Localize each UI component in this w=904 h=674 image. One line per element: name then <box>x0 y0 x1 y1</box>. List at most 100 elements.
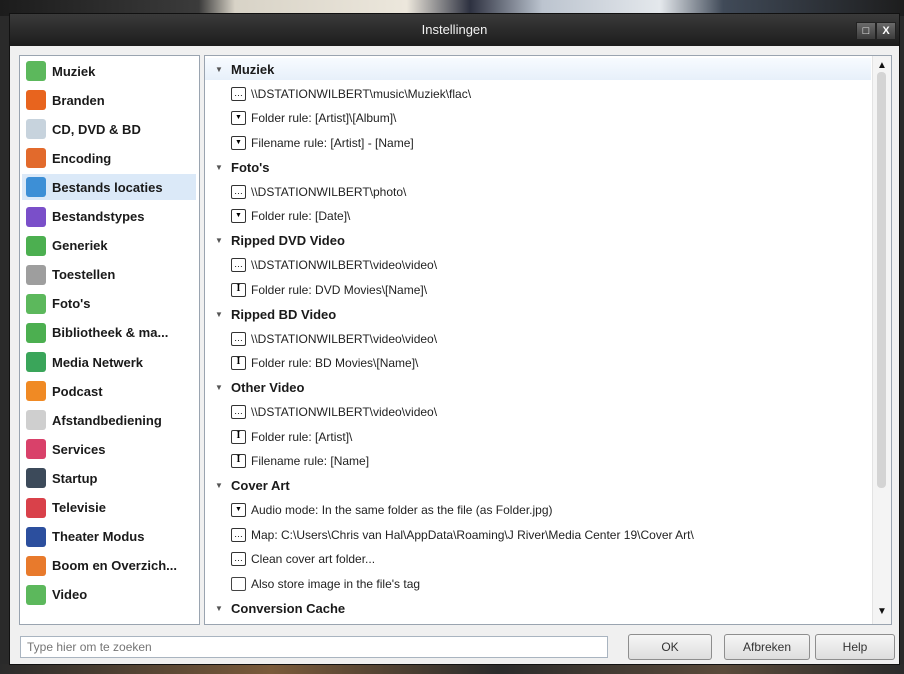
sidebar-item[interactable]: Bestands locaties <box>22 174 196 201</box>
sidebar-item-label: Boom en Overzich... <box>52 558 177 574</box>
startup-icon <box>26 468 46 489</box>
globe-icon <box>26 177 46 198</box>
browse-button-icon[interactable]: … <box>231 86 246 101</box>
edit-field-icon[interactable]: I <box>231 356 246 370</box>
sidebar-item[interactable]: Generiek <box>22 233 196 259</box>
sidebar-item[interactable]: Encoding <box>22 145 196 171</box>
sidebar-item[interactable]: Toestellen <box>22 262 196 288</box>
setting-row: ▼ Audio mode: In the same folder as the f… <box>205 499 871 521</box>
sidebar-item[interactable]: Bestandstypes <box>22 204 196 230</box>
cancel-button[interactable]: Afbreken <box>724 634 810 660</box>
setting-row: I Filename rule: [Name] <box>205 450 871 472</box>
setting-row: … \\DSTATIONWILBERT\video\video\ <box>205 254 871 276</box>
scroll-up-icon[interactable]: ▲ <box>877 60 887 71</box>
browse-button-icon[interactable]: … <box>231 552 246 566</box>
remote-icon <box>26 410 46 431</box>
collapse-caret-icon[interactable]: ▼ <box>215 163 223 172</box>
section-header[interactable]: ▼ Muziek <box>205 58 871 80</box>
network-icon <box>26 352 46 372</box>
sidebar-item[interactable]: Boom en Overzich... <box>22 553 196 579</box>
scroll-thumb[interactable] <box>877 72 886 488</box>
setting-row: … Clean cover art folder... <box>205 548 871 570</box>
section-header[interactable]: ▼ Ripped BD Video <box>205 303 871 325</box>
sidebar-item-label: Muziek <box>52 63 96 79</box>
edit-field-icon[interactable]: I <box>231 282 246 297</box>
device-icon <box>26 264 46 285</box>
sidebar-item-label: Generiek <box>52 238 108 254</box>
sidebar-item[interactable]: CD, DVD & BD <box>22 116 196 142</box>
help-button[interactable]: Help <box>815 634 895 660</box>
section-header[interactable]: ▼ Other Video <box>205 377 871 399</box>
settings-panel: ▼ Muziek … \\DSTATIONWILBERT\music\Muziek\f… <box>204 55 892 625</box>
collapse-caret-icon[interactable]: ▼ <box>215 383 223 392</box>
encoding-icon <box>26 148 46 169</box>
music-icon <box>26 61 46 81</box>
section-header[interactable]: ▼ Cover Art <box>205 475 871 497</box>
section-header[interactable]: ▼ Ripped DVD Video <box>205 230 871 252</box>
setting-value: Audio mode: In the same folder as the fi… <box>251 503 553 517</box>
collapse-caret-icon[interactable]: ▼ <box>215 310 223 319</box>
scroll-down-icon[interactable]: ▼ <box>877 606 887 617</box>
section-title: Conversion Cache <box>231 600 346 616</box>
sidebar-item[interactable]: Bibliotheek & ma... <box>22 320 196 346</box>
browse-button-icon[interactable]: … <box>231 331 246 346</box>
sidebar-item-label: Branden <box>52 92 105 108</box>
title-bar[interactable]: Instellingen □ X <box>10 14 899 46</box>
browse-button-icon[interactable]: … <box>231 527 246 542</box>
browse-button-icon[interactable]: … <box>231 405 246 419</box>
collapse-caret-icon[interactable]: ▼ <box>215 236 223 245</box>
setting-value: Filename rule: [Artist] - [Name] <box>251 135 414 150</box>
collapse-caret-icon[interactable]: ▼ <box>215 604 223 613</box>
section-title: Ripped BD Video <box>231 306 337 322</box>
dropdown-button-icon[interactable]: ▼ <box>231 503 246 517</box>
sidebar-item[interactable]: Afstandbediening <box>22 407 196 433</box>
collapse-caret-icon[interactable]: ▼ <box>215 65 223 74</box>
section-header[interactable]: ▼ Conversion Cache <box>205 597 871 619</box>
sidebar-item[interactable]: Muziek <box>22 58 196 84</box>
video-icon <box>26 584 46 605</box>
sidebar-item[interactable]: Theater Modus <box>22 524 196 550</box>
sidebar-item[interactable]: Podcast <box>22 378 196 404</box>
setting-row: … \\DSTATIONWILBERT\photo\ <box>205 181 871 203</box>
sidebar-item-label: Bestandstypes <box>52 209 145 224</box>
edit-field-icon[interactable]: I <box>231 429 246 444</box>
maximize-button[interactable]: □ <box>856 22 876 40</box>
window-title: Instellingen <box>421 22 488 37</box>
sidebar-item[interactable]: Video <box>22 582 196 608</box>
sidebar-item[interactable]: Branden <box>22 87 196 113</box>
browse-button-icon[interactable]: … <box>231 184 246 199</box>
sidebar-item-label: Video <box>52 587 88 603</box>
sidebar-item[interactable]: Media Netwerk <box>22 349 196 375</box>
search-input[interactable] <box>20 636 608 658</box>
collapse-caret-icon[interactable]: ▼ <box>215 481 223 490</box>
sidebar-item[interactable]: Startup <box>22 465 196 491</box>
sidebar-item[interactable]: Foto's <box>22 291 196 317</box>
library-icon <box>26 322 46 343</box>
setting-row: ▼ Folder rule: [Artist]\[Album]\ <box>205 107 871 129</box>
section-title: Ripped DVD Video <box>231 233 345 248</box>
ok-button[interactable]: OK <box>628 634 712 660</box>
sidebar-item-label: Foto's <box>52 296 91 312</box>
dropdown-button-icon[interactable]: ▼ <box>231 135 246 150</box>
setting-row: … Map: C:\Users\Chris van Hal\AppData\Roa… <box>205 524 871 546</box>
dropdown-button-icon[interactable]: ▼ <box>231 111 246 125</box>
burn-flame-icon <box>26 90 46 111</box>
tree-icon <box>26 555 46 576</box>
setting-row: … \\DSTATIONWILBERT\video\video\ <box>205 328 871 350</box>
browse-button-icon[interactable]: … <box>231 258 246 272</box>
edit-field-icon[interactable]: I <box>231 454 246 468</box>
section-header[interactable]: ▼ Foto's <box>205 156 871 178</box>
checkbox[interactable] <box>231 576 246 591</box>
sidebar-item[interactable]: Services <box>22 436 196 462</box>
setting-value: Folder rule: [Artist]\ <box>251 429 353 444</box>
services-icon <box>26 439 46 460</box>
dropdown-button-icon[interactable]: ▼ <box>231 209 246 223</box>
setting-row: ▼ Filename rule: [Artist] - [Name] <box>205 132 871 154</box>
setting-value: \\DSTATIONWILBERT\video\video\ <box>251 331 438 346</box>
vertical-scrollbar[interactable]: ▲ ▼ <box>872 56 891 624</box>
section-title: Muziek <box>231 61 275 77</box>
sidebar-item[interactable]: Televisie <box>22 495 196 521</box>
desktop-background-bottom <box>0 664 904 674</box>
close-button[interactable]: X <box>876 22 896 40</box>
setting-value: Map: C:\Users\Chris van Hal\AppData\Roam… <box>251 527 694 542</box>
